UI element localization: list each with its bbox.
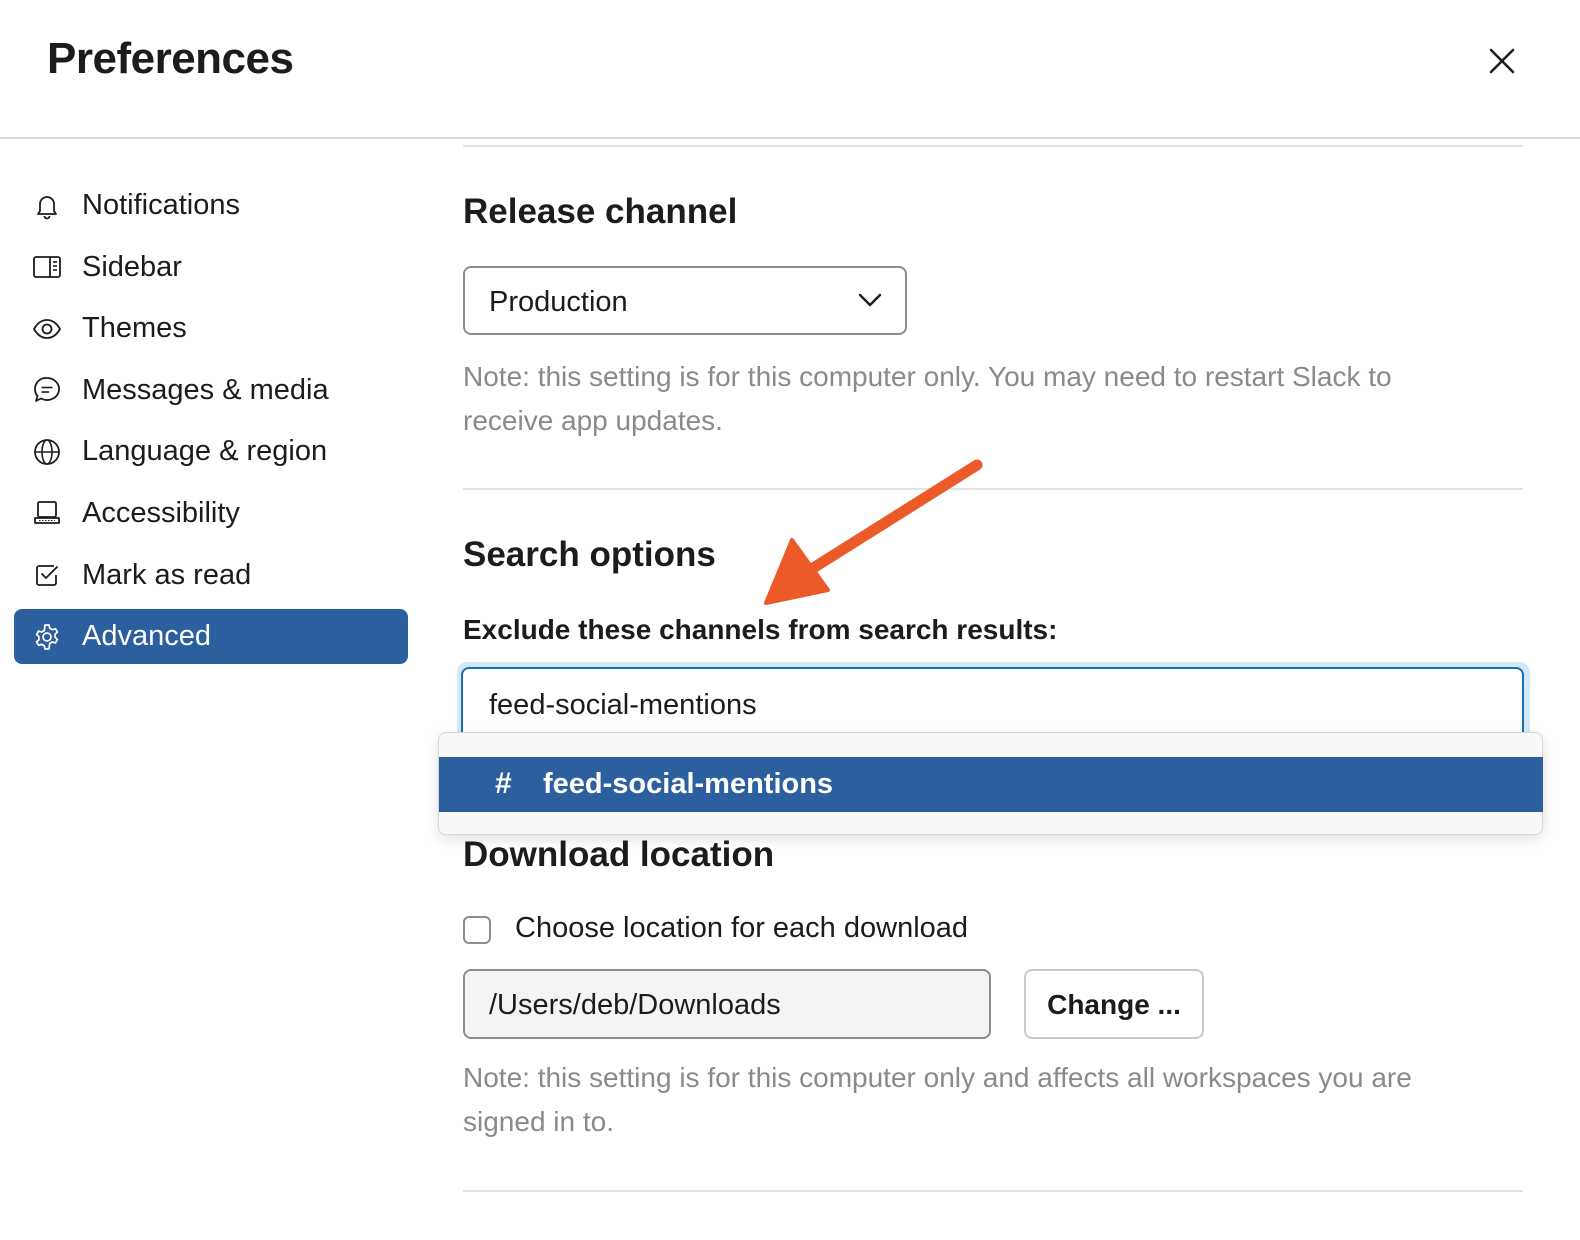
sidebar-item-sidebar[interactable]: Sidebar: [14, 240, 408, 295]
chevron-down-icon: [858, 293, 882, 307]
gear-icon: [35, 623, 59, 650]
sidebar-item-label: Accessibility: [82, 496, 240, 529]
release-channel-value: Production: [489, 286, 628, 318]
exclude-channels-label: Exclude these channels from search resul…: [463, 614, 1058, 645]
sidebar-item-language-region[interactable]: Language & region: [14, 424, 408, 479]
change-location-button[interactable]: Change ...: [1024, 969, 1204, 1039]
download-path-field: /Users/deb/Downloads: [463, 969, 991, 1039]
download-location-heading: Download location: [463, 835, 775, 874]
sidebar-item-label: Advanced: [82, 620, 211, 653]
sidebar-item-label: Sidebar: [82, 250, 182, 283]
sidebar-item-messages-media[interactable]: Messages & media: [14, 363, 408, 418]
annotation-arrow-icon: [764, 459, 983, 605]
close-button[interactable]: [1480, 40, 1524, 84]
change-location-label: Change ...: [1047, 989, 1181, 1020]
download-path-value: /Users/deb/Downloads: [489, 989, 781, 1021]
exclude-channels-focus-ring: feed-social-mentions: [457, 662, 1530, 747]
globe-icon: [34, 438, 60, 465]
sidebar-item-advanced[interactable]: Advanced: [14, 609, 408, 665]
search-options-heading: Search options: [463, 535, 716, 574]
sidebar-item-label: Mark as read: [82, 558, 252, 591]
sidebar-item-mark-as-read[interactable]: Mark as read: [14, 548, 408, 603]
choose-location-label: Choose location for each download: [515, 912, 969, 944]
modal-header: Preferences: [0, 0, 1580, 139]
sidebar-item-label: Language & region: [82, 435, 328, 468]
page-title: Preferences: [47, 34, 294, 83]
sidebar-item-accessibility[interactable]: Accessibility: [14, 486, 408, 541]
sidebar-item-label: Themes: [82, 312, 187, 345]
hash-icon: #: [495, 767, 512, 800]
channel-suggestion-label: feed-social-mentions: [543, 768, 834, 800]
sidebar-panel-icon: [33, 256, 61, 278]
preferences-modal: Preferences Notifications Sidebar Themes…: [0, 0, 1580, 1240]
sidebar-item-themes[interactable]: Themes: [14, 301, 408, 356]
release-channel-heading: Release channel: [463, 192, 738, 231]
sidebar-item-label: Messages & media: [82, 373, 329, 406]
section-divider: [463, 1190, 1523, 1192]
sidebar-item-notifications[interactable]: Notifications: [14, 178, 408, 233]
download-location-note: Note: this setting is for this computer …: [463, 1062, 1412, 1137]
sidebar: Notifications Sidebar Themes Messages & …: [14, 178, 408, 671]
exclude-channels-input-value: feed-social-mentions: [489, 689, 757, 721]
release-channel-note: Note: this setting is for this computer …: [463, 361, 1392, 436]
channel-suggestions-dropdown: # feed-social-mentions: [438, 732, 1543, 835]
eye-icon: [32, 318, 62, 339]
sidebar-item-label: Notifications: [82, 189, 240, 221]
checkbox-check-icon: [36, 565, 58, 586]
close-icon: [1489, 48, 1515, 74]
choose-location-checkbox[interactable]: [463, 916, 491, 944]
section-divider: [463, 145, 1523, 147]
bell-icon: [37, 195, 57, 219]
channel-suggestion-option[interactable]: # feed-social-mentions: [439, 757, 1543, 812]
message-bubble-icon: [34, 377, 60, 403]
laptop-icon: [34, 501, 60, 525]
release-channel-select[interactable]: Production: [463, 266, 907, 335]
